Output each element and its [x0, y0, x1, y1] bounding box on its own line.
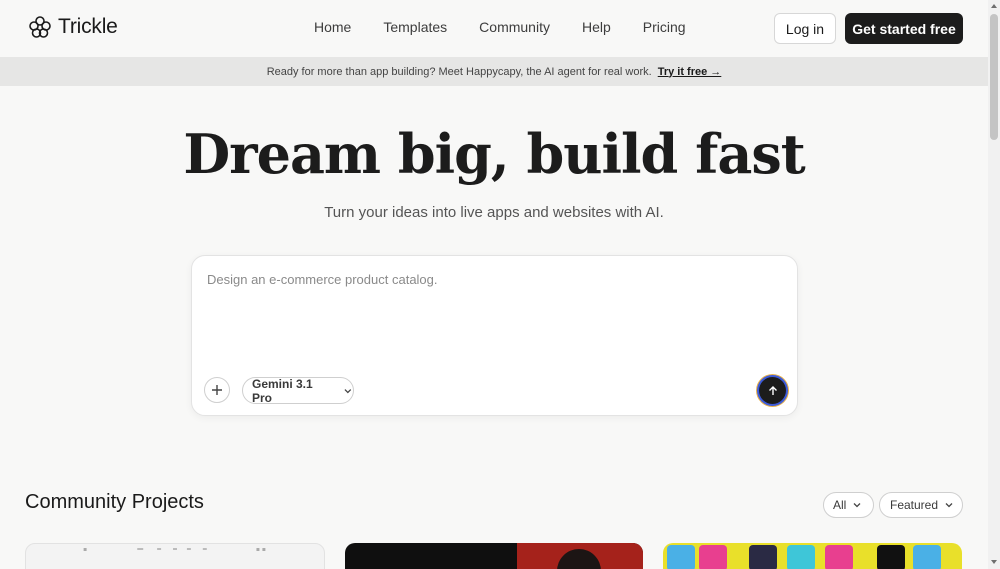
filter-sort-label: Featured [890, 498, 939, 512]
nav-community[interactable]: Community [479, 19, 550, 35]
project-card[interactable] [25, 543, 325, 569]
project-card[interactable] [663, 543, 962, 569]
project-thumbnail-tile [699, 545, 727, 569]
prompt-input[interactable] [207, 272, 777, 287]
plus-icon [212, 385, 222, 395]
brand-logo[interactable]: Trickle [28, 15, 118, 39]
nav-pricing[interactable]: Pricing [643, 19, 686, 35]
brand-name: Trickle [58, 15, 118, 38]
send-button[interactable] [759, 377, 786, 404]
community-title: Community Projects [25, 491, 204, 513]
project-thumbnail [83, 548, 266, 551]
project-card[interactable] [345, 543, 643, 569]
project-thumbnail-tile [825, 545, 853, 569]
prompt-box: Gemini 3.1 Pro [191, 255, 798, 416]
scroll-up-arrow-icon[interactable] [991, 4, 997, 8]
chevron-down-icon [344, 388, 352, 393]
chevron-down-icon [945, 503, 953, 508]
project-thumbnail-tile [877, 545, 905, 569]
banner-link[interactable]: Try it free → [658, 66, 722, 78]
main-nav: Home Templates Community Help Pricing [314, 19, 718, 35]
nav-home[interactable]: Home [314, 19, 351, 35]
page-scrollbar[interactable] [988, 0, 1000, 569]
hero-title: Dream big, build fast [183, 122, 805, 186]
login-button[interactable]: Log in [774, 13, 836, 44]
model-selector[interactable]: Gemini 3.1 Pro [242, 376, 354, 405]
top-header: Trickle Home Templates Community Help Pr… [0, 0, 988, 57]
nav-help[interactable]: Help [582, 19, 611, 35]
trickle-logo-icon [29, 16, 51, 38]
model-label: Gemini 3.1 Pro [252, 376, 313, 405]
filter-sort-dropdown[interactable]: Featured [879, 492, 963, 518]
project-thumbnail-tile [787, 545, 815, 569]
scroll-down-arrow-icon[interactable] [991, 560, 997, 564]
arrow-up-icon [768, 385, 777, 395]
chevron-down-icon [853, 503, 861, 508]
nav-templates[interactable]: Templates [383, 19, 447, 35]
scrollbar-thumb[interactable] [990, 14, 998, 140]
project-thumbnail-tile [913, 545, 941, 569]
project-thumbnail-tile [667, 545, 695, 569]
hero-subtitle: Turn your ideas into live apps and websi… [324, 204, 664, 221]
banner-text: Ready for more than app building? Meet H… [266, 65, 652, 78]
announcement-banner: Ready for more than app building? Meet H… [0, 57, 988, 86]
get-started-button[interactable]: Get started free [845, 13, 963, 44]
add-attachment-button[interactable] [204, 377, 230, 403]
project-thumbnail-tile [749, 545, 777, 569]
filter-all-dropdown[interactable]: All [823, 492, 874, 518]
filter-all-label: All [833, 498, 847, 512]
